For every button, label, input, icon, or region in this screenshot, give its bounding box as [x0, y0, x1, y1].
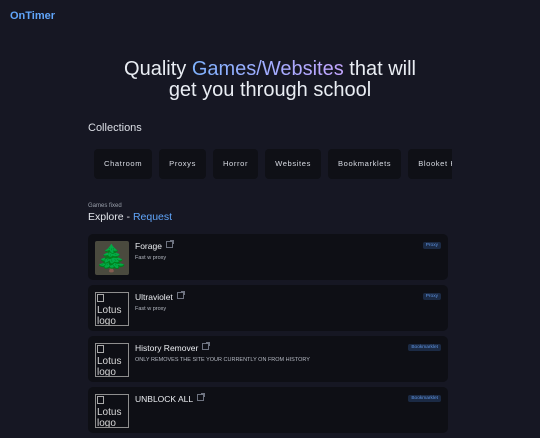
game-card-ultraviolet[interactable]: Lotus logo Ultraviolet Fast w proxy Prox… — [88, 285, 448, 331]
collections-list: Chatroom Proxys Horror Websites Bookmark… — [94, 149, 452, 179]
thumb-alt-text: Lotus logo — [97, 407, 122, 428]
explore-separator: - — [123, 211, 133, 223]
hero-line2: get you through school — [168, 79, 372, 101]
broken-image-icon: Lotus logo — [95, 394, 129, 428]
game-title[interactable]: History Remover — [135, 342, 211, 353]
external-link-icon[interactable] — [176, 291, 185, 299]
game-description: Fast w proxy — [135, 255, 167, 261]
request-link[interactable]: Request — [133, 211, 172, 223]
broken-image-icon: Lotus logo — [95, 292, 129, 326]
brand-logo[interactable]: OnTimer — [10, 10, 55, 22]
collection-chip-chatroom[interactable]: Chatroom — [94, 149, 153, 179]
image-placeholder-icon — [97, 294, 104, 302]
external-link-icon[interactable] — [202, 342, 211, 350]
game-badge: Bookmarklet — [408, 344, 441, 351]
game-badge: Bookmarklet — [408, 395, 441, 402]
game-card-forage[interactable]: 🌲 Forage Fast w proxy Proxy — [88, 234, 448, 280]
game-card-unblock-all[interactable]: Lotus logo UNBLOCK ALL Bookmarklet — [88, 387, 448, 433]
game-title-text: Ultraviolet — [135, 292, 173, 302]
collection-chip-blooket-hacks[interactable]: Blooket Hacks — [408, 149, 452, 179]
external-link-icon[interactable] — [197, 393, 206, 401]
image-placeholder-icon — [97, 345, 104, 353]
game-title[interactable]: UNBLOCK ALL — [135, 393, 206, 404]
explore-heading: Explore - Request — [88, 211, 172, 223]
thumb-alt-text: Lotus logo — [97, 356, 122, 377]
explore-label: Explore — [88, 211, 124, 223]
hero-prefix: Quality — [124, 58, 192, 80]
game-title-text: UNBLOCK ALL — [135, 394, 194, 404]
games-list: 🌲 Forage Fast w proxy Proxy Lotus logo U… — [88, 234, 448, 438]
game-description: Fast w proxy — [135, 306, 167, 312]
collections-title: Collections — [88, 122, 142, 134]
collection-chip-websites[interactable]: Websites — [265, 149, 321, 179]
games-fixed-caption: Games fixed — [88, 203, 122, 209]
image-placeholder-icon — [97, 396, 104, 404]
external-link-icon[interactable] — [165, 240, 174, 248]
game-title[interactable]: Forage — [135, 240, 174, 251]
hero-highlight: Games/Websites — [191, 58, 344, 80]
game-title[interactable]: Ultraviolet — [135, 291, 185, 302]
game-title-text: History Remover — [135, 343, 199, 353]
tree-icon: 🌲 — [95, 241, 129, 275]
hero-heading: Quality Games/Websites that will get you… — [0, 59, 540, 101]
game-description: ONLY REMOVES THE SITE YOUR CURRENTLY ON … — [135, 357, 310, 363]
collection-chip-horror[interactable]: Horror — [212, 149, 259, 179]
hero-suffix: that will — [343, 58, 416, 80]
broken-image-icon: Lotus logo — [95, 343, 129, 377]
collection-chip-proxys[interactable]: Proxys — [159, 149, 206, 179]
game-badge: Proxy — [422, 242, 441, 249]
game-card-history-remover[interactable]: Lotus logo History Remover ONLY REMOVES … — [88, 336, 448, 382]
thumb-alt-text: Lotus logo — [97, 305, 122, 326]
collection-chip-bookmarklets[interactable]: Bookmarklets — [327, 149, 402, 179]
game-badge: Proxy — [422, 293, 441, 300]
game-title-text: Forage — [135, 241, 162, 251]
